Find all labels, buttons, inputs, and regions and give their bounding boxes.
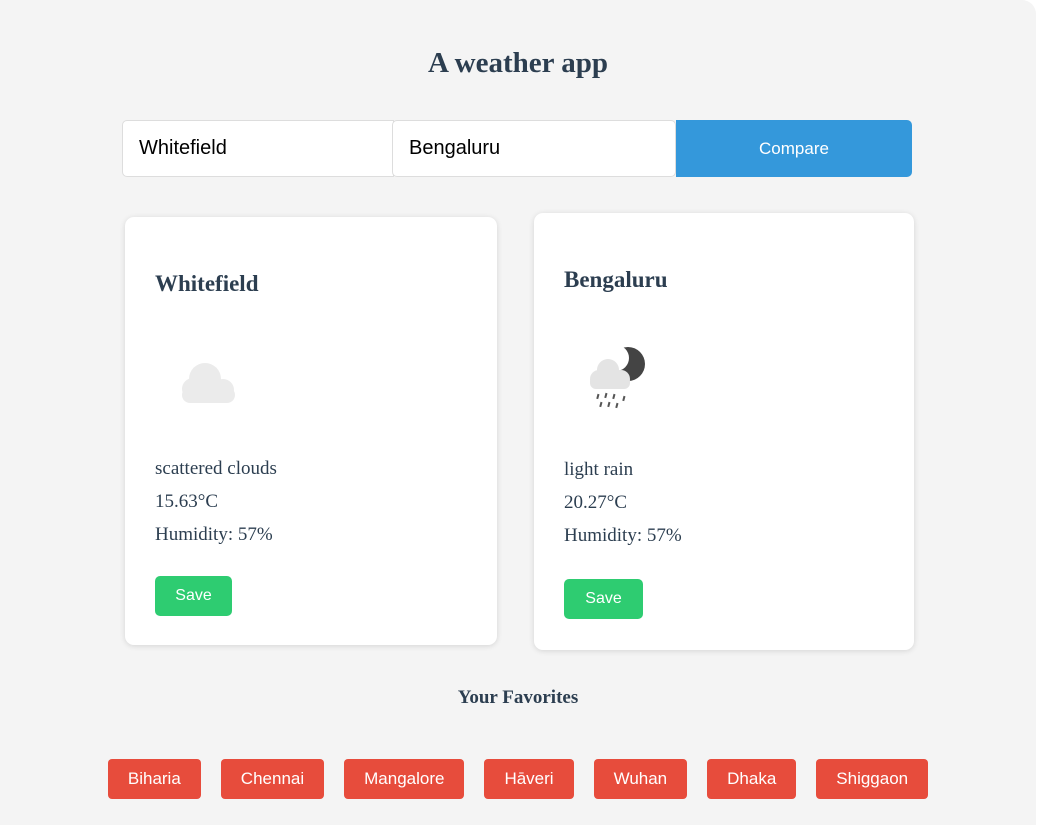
favorite-city-button[interactable]: Dhaka — [707, 759, 797, 799]
city-two-input[interactable] — [392, 120, 676, 177]
temperature: 15.63°C — [155, 491, 219, 512]
weather-description: scattered clouds — [155, 458, 277, 479]
city-one-input[interactable] — [122, 120, 394, 177]
weather-card-1: Whitefield scattered clouds 15.63°C Humi… — [125, 217, 497, 645]
favorite-city-button[interactable]: Biharia — [107, 759, 201, 799]
save-button[interactable]: Save — [564, 579, 643, 619]
humidity: Humidity: 57% — [155, 524, 273, 545]
favorite-city-button[interactable]: Chennai — [220, 759, 325, 799]
weather-card-2: Bengaluru light rain 20.27°C Humidity: 5… — [534, 213, 914, 650]
temperature: 20.27°C — [564, 492, 628, 513]
page-title: A weather app — [428, 47, 608, 79]
favorites-title: Your Favorites — [457, 687, 579, 708]
favorite-city-button[interactable]: Hāveri — [484, 759, 574, 799]
scattered-clouds-icon — [182, 363, 235, 403]
card-city-name: Bengaluru — [564, 267, 668, 292]
favorite-city-button[interactable]: Mangalore — [344, 759, 465, 799]
save-button[interactable]: Save — [155, 576, 232, 616]
card-city-name: Whitefield — [155, 271, 259, 296]
humidity: Humidity: 57% — [564, 525, 682, 546]
weather-description: light rain — [564, 459, 634, 480]
night-light-rain-icon — [590, 345, 645, 409]
favorites-list: Biharia Chennai Mangalore Hāveri Wuhan D… — [0, 759, 1036, 799]
compare-button[interactable]: Compare — [676, 120, 912, 177]
weather-app: A weather app Compare Whitefield scatter… — [0, 0, 1036, 825]
compare-form: Compare — [122, 120, 912, 177]
favorite-city-button[interactable]: Shiggaon — [816, 759, 929, 799]
favorite-city-button[interactable]: Wuhan — [593, 759, 688, 799]
